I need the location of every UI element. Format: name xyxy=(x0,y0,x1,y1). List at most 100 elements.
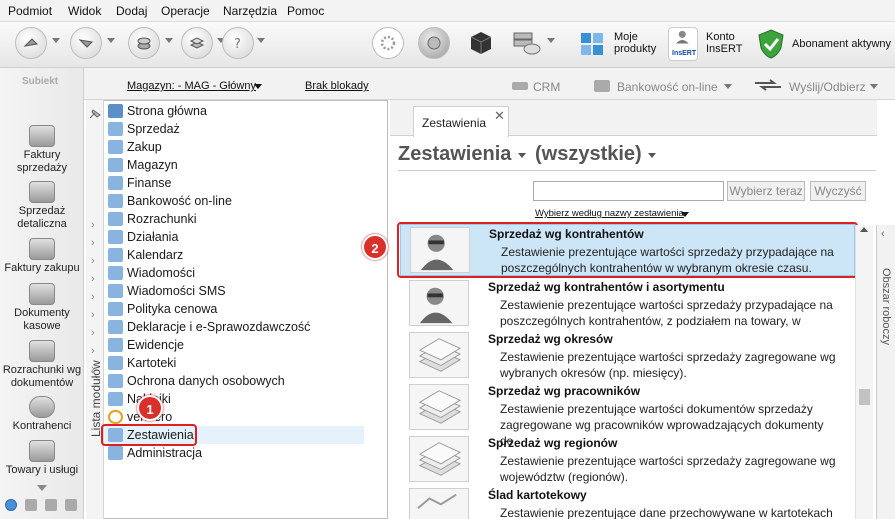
help-button[interactable]: ? xyxy=(222,27,254,59)
konto-insert-label[interactable]: Konto InsERT xyxy=(706,31,742,55)
module-dzialania[interactable]: Działania xyxy=(104,228,364,246)
menu-widok[interactable]: Widok xyxy=(68,4,101,18)
module-wiadomosci-sms[interactable]: Wiadomości SMS xyxy=(104,282,364,300)
module-magazyn[interactable]: Magazyn xyxy=(104,156,364,174)
nav-towary-i-uslugi[interactable]: Towary i usługi xyxy=(0,440,84,477)
documents-icon[interactable] xyxy=(65,499,77,511)
module-bankowosc[interactable]: Bankowość on-line xyxy=(104,192,364,210)
pin-icon[interactable] xyxy=(88,108,102,120)
workspace-side-tab[interactable]: ‹ Obszar roboczy xyxy=(876,225,895,519)
boxes-icon[interactable] xyxy=(45,499,57,511)
chevron-down-icon[interactable] xyxy=(724,84,732,89)
scrollbar[interactable] xyxy=(855,225,873,519)
module-ewidencje[interactable]: Ewidencje xyxy=(104,336,364,354)
chevron-right-icon[interactable]: › xyxy=(91,237,95,249)
module-kartoteki[interactable]: Kartoteki xyxy=(104,354,364,372)
select-now-button[interactable]: Wybierz teraz xyxy=(727,181,805,201)
insert-logo: InsERT xyxy=(672,50,697,57)
chevron-right-icon[interactable]: › xyxy=(91,291,95,303)
close-icon[interactable]: ✕ xyxy=(494,108,505,124)
chevron-right-icon[interactable]: › xyxy=(91,219,95,231)
page-title[interactable]: Zestawienia xyxy=(398,143,511,166)
chevron-down-icon[interactable] xyxy=(165,38,173,43)
menu-narzedzia[interactable]: Narzędzia xyxy=(223,4,277,18)
bankowosc-button[interactable]: Bankowość on-line xyxy=(617,80,718,94)
report-item[interactable]: Sprzedaż wg regionów Zestawienie prezent… xyxy=(400,434,855,486)
nav-dokumenty-kasowe[interactable]: Dokumenty kasowe xyxy=(0,283,84,333)
module-finanse[interactable]: Finanse xyxy=(104,174,364,192)
report-item[interactable]: Sprzedaż wg okresów Zestawienie prezentu… xyxy=(400,330,855,382)
coins-button[interactable] xyxy=(128,27,160,59)
chevron-down-icon[interactable] xyxy=(547,38,555,43)
nav-faktury-sprzedazy[interactable]: Faktury sprzedaży xyxy=(0,125,84,175)
tab-label: Zestawienia xyxy=(422,116,487,130)
chevron-down-icon[interactable] xyxy=(518,153,526,158)
report-title: Sprzedaż wg kontrahentów i asortymentu xyxy=(488,280,725,294)
menu-operacje[interactable]: Operacje xyxy=(161,4,210,18)
chevron-right-icon[interactable]: › xyxy=(91,345,95,357)
moje-produkty-label[interactable]: Moje produkty xyxy=(614,31,656,55)
module-kalendarz[interactable]: Kalendarz xyxy=(104,246,364,264)
chevron-down-icon[interactable] xyxy=(257,38,265,43)
menu-pomoc[interactable]: Pomoc xyxy=(287,4,324,18)
blokada-link[interactable]: Brak blokady xyxy=(305,80,369,92)
receive-button[interactable] xyxy=(70,27,102,59)
chevron-down-icon[interactable] xyxy=(648,153,656,158)
chevron-right-icon[interactable]: › xyxy=(91,255,95,267)
module-rozrachunki[interactable]: Rozrachunki xyxy=(104,210,364,228)
chevron-right-icon[interactable]: › xyxy=(91,327,95,339)
menu-podmiot[interactable]: Podmiot xyxy=(8,4,52,18)
chevron-down-icon[interactable] xyxy=(37,485,47,491)
search-input[interactable] xyxy=(533,181,724,201)
nav-rozrachunki[interactable]: Rozrachunki wg dokumentów xyxy=(0,340,84,390)
chevron-left-icon[interactable]: ‹ xyxy=(881,228,885,240)
menu-dodaj[interactable]: Dodaj xyxy=(116,4,147,18)
new-document-button[interactable] xyxy=(15,27,47,59)
abonament-label[interactable]: Abonament aktywny xyxy=(792,38,891,50)
stack-icon xyxy=(409,436,469,482)
circle-icon[interactable] xyxy=(5,499,17,511)
module-deklaracje[interactable]: Deklaracje i e-Sprawozdawczość xyxy=(104,318,364,336)
crm-button[interactable]: CRM xyxy=(533,80,560,94)
chevron-down-icon[interactable] xyxy=(52,38,60,43)
documents-button[interactable] xyxy=(181,27,213,59)
moje-produkty-icon[interactable] xyxy=(580,30,604,56)
scroll-up-icon[interactable] xyxy=(860,227,868,232)
wyslij-odbierz-button[interactable]: Wyślij/Odbierz xyxy=(789,80,866,94)
filter-selector[interactable]: (wszystkie) xyxy=(535,143,642,166)
coins-icon[interactable] xyxy=(25,499,37,511)
shield-icon[interactable] xyxy=(757,28,785,60)
chevron-down-icon[interactable] xyxy=(870,84,878,89)
box-icon xyxy=(29,440,55,462)
module-ochrona-danych[interactable]: Ochrona danych osobowych xyxy=(104,372,364,390)
globe-button[interactable] xyxy=(418,27,450,59)
module-sprzedaz[interactable]: Sprzedaż xyxy=(104,120,364,138)
magazyn-selector[interactable]: Magazyn: - MAG - Główny xyxy=(127,80,256,92)
nav-sprzedaz-detaliczna[interactable]: Sprzedaż detaliczna xyxy=(0,181,84,231)
chevron-down-icon[interactable] xyxy=(254,84,262,89)
konto-insert-icon[interactable]: InsERT xyxy=(668,27,698,61)
cube-button[interactable] xyxy=(465,27,497,59)
scroll-thumb[interactable] xyxy=(859,389,870,405)
report-item[interactable]: Ślad kartotekowy Zestawienie prezentując… xyxy=(400,486,855,519)
module-polityka-cenowa[interactable]: Polityka cenowa xyxy=(104,300,364,318)
chevron-right-icon[interactable]: › xyxy=(91,273,95,285)
modules-vertical-tab[interactable]: Lista modułów xyxy=(86,100,104,519)
module-zakup[interactable]: Zakup xyxy=(104,138,364,156)
module-administracja[interactable]: Administracja xyxy=(104,444,364,462)
cloud-button[interactable] xyxy=(510,27,542,59)
sms-icon xyxy=(108,284,123,298)
chevron-right-icon[interactable]: › xyxy=(91,363,95,375)
module-wiadomosci[interactable]: Wiadomości xyxy=(104,264,364,282)
report-item[interactable]: Sprzedaż wg pracowników Zestawienie prez… xyxy=(400,382,855,448)
chevron-right-icon[interactable]: › xyxy=(91,309,95,321)
nav-faktury-zakupu[interactable]: Faktury zakupu xyxy=(0,238,84,275)
nav-kontrahenci[interactable]: Kontrahenci xyxy=(0,396,84,433)
clear-button[interactable]: Wyczyść xyxy=(810,181,866,201)
spinner-button[interactable] xyxy=(372,27,404,59)
report-item[interactable]: Sprzedaż wg kontrahentów i asortymentu Z… xyxy=(400,278,855,330)
module-strona-glowna[interactable]: Strona główna xyxy=(104,102,364,120)
chevron-down-icon[interactable] xyxy=(681,212,689,217)
sort-selector[interactable]: Wybierz według nazwy zestawienia xyxy=(535,208,684,219)
chevron-down-icon[interactable] xyxy=(107,38,115,43)
